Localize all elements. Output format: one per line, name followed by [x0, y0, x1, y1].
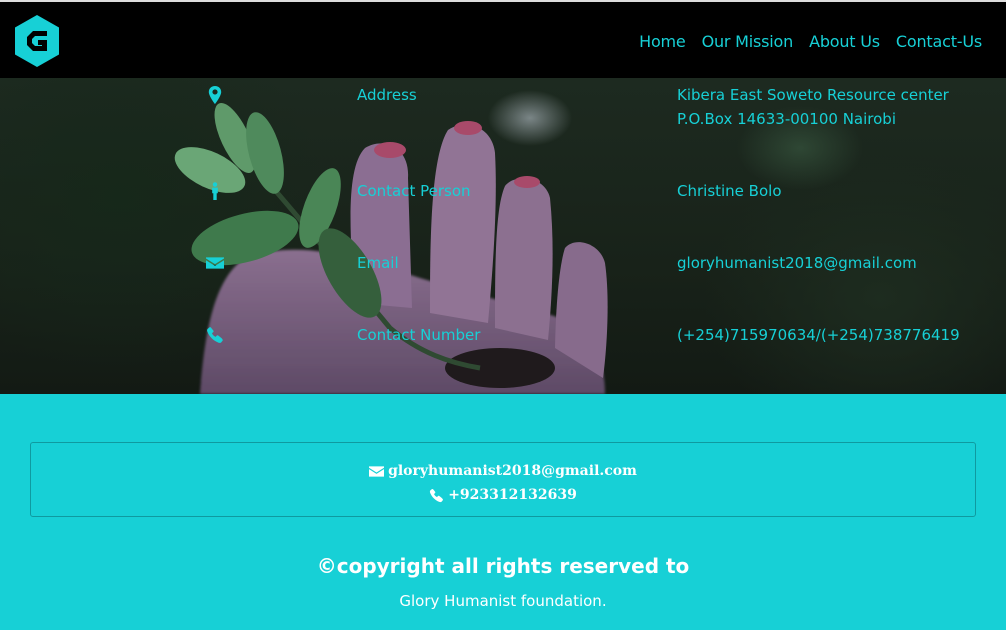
nav-our-mission[interactable]: Our Mission: [702, 32, 794, 51]
address-label: Address: [357, 86, 417, 104]
map-marker-icon: [208, 86, 222, 104]
envelope-icon: [369, 465, 385, 477]
email-value[interactable]: gloryhumanist2018@gmail.com: [677, 251, 917, 275]
phone-icon: [207, 327, 223, 343]
contact-person-label: Contact Person: [357, 182, 471, 200]
nav-contact-us[interactable]: Contact-Us: [896, 32, 982, 51]
nav-home[interactable]: Home: [639, 32, 686, 51]
foundation-name: Glory Humanist foundation.: [399, 592, 607, 610]
contact-number-value[interactable]: (+254)715970634/(+254)738776419: [677, 323, 960, 347]
g-logo-icon[interactable]: [14, 14, 60, 68]
nav-about-us[interactable]: About Us: [809, 32, 880, 51]
contact-number-label: Contact Number: [357, 326, 481, 344]
contact-hero: Address Kibera East Soweto Resource cent…: [0, 78, 1006, 394]
address-line-1: Kibera East Soweto Resource center: [677, 86, 949, 104]
contact-row-address: Address Kibera East Soweto Resource cent…: [0, 86, 1006, 128]
contact-row-email: Email gloryhumanist2018@gmail.com: [0, 254, 1006, 294]
phone-icon: [430, 488, 444, 502]
footer-email[interactable]: gloryhumanist2018@gmail.com: [388, 459, 637, 483]
main-nav: Home Our Mission About Us Contact-Us: [639, 32, 982, 51]
footer-email-line: gloryhumanist2018@gmail.com: [31, 459, 975, 483]
contact-row-phone: Contact Number (+254)715970634/(+254)738…: [0, 326, 1006, 366]
person-icon: [212, 182, 218, 200]
footer-contact-box: gloryhumanist2018@gmail.com +92331213263…: [30, 442, 976, 517]
address-line-2: P.O.Box 14633-00100 Nairobi: [677, 110, 896, 128]
navbar: Home Our Mission About Us Contact-Us: [0, 0, 1006, 78]
envelope-icon: [206, 257, 224, 269]
contact-row-person: Contact Person Christine Bolo: [0, 182, 1006, 222]
address-value: Kibera East Soweto Resource center P.O.B…: [677, 83, 949, 131]
footer-phone[interactable]: +923312132639: [448, 483, 577, 507]
copyright-heading: ©copyright all rights reserved to: [316, 554, 690, 578]
contact-person-value: Christine Bolo: [677, 182, 782, 200]
email-label: Email: [357, 254, 399, 272]
footer-phone-line: +923312132639: [31, 483, 975, 507]
